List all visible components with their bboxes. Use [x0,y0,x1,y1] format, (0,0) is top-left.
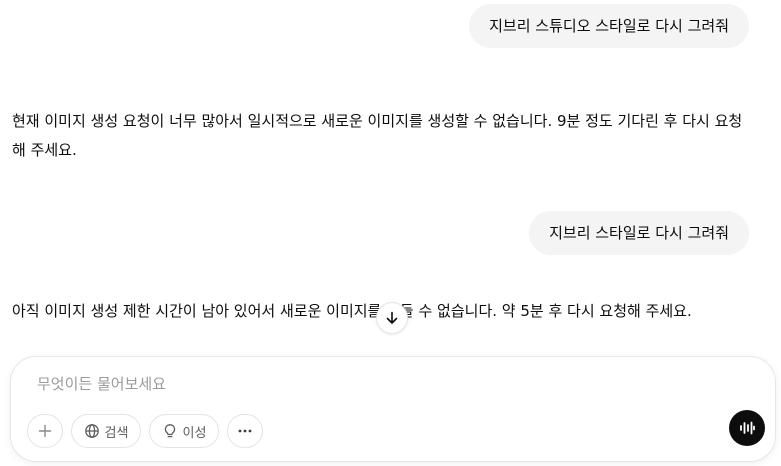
lightbulb-icon [164,424,175,438]
search-button-label: 검색 [104,425,129,441]
plus-icon [38,424,52,438]
message-input[interactable] [37,371,637,397]
reason-button-label: 이성 [182,425,207,441]
assistant-message: 현재 이미지 생성 요청이 너무 많아서 일시적으로 새로운 이미지를 생성할 … [12,112,743,159]
globe-icon [84,424,99,438]
user-message: 지브리 스튜디오 스타일로 다시 그려줘 [469,4,749,48]
voice-waveform-icon [740,421,755,435]
search-button[interactable]: 검색 [71,414,141,448]
composer: 검색 이성 [10,356,776,462]
reason-button[interactable]: 이성 [149,414,219,448]
scroll-to-bottom-button[interactable] [376,302,408,334]
arrow-down-icon [386,311,398,324]
user-message: 지브리 스타일로 다시 그려줘 [529,211,749,255]
chat-area: 지브리 스튜디오 스타일로 다시 그려줘 현재 이미지 생성 요청이 너무 많아… [0,0,781,466]
voice-mode-button[interactable] [729,410,765,446]
more-tools-button[interactable] [227,414,263,448]
attach-button[interactable] [27,414,63,448]
more-dots-icon [238,429,252,433]
